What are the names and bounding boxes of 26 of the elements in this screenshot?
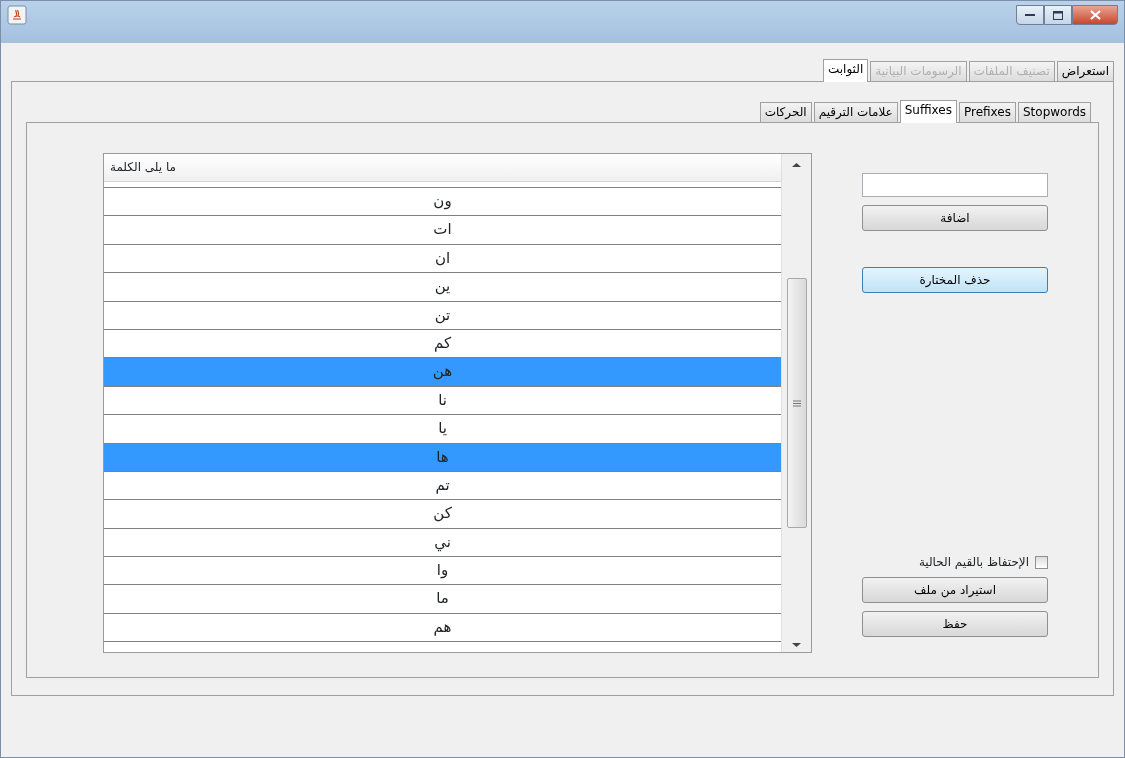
button[interactable]: اضافة [862,205,1048,231]
text-field[interactable] [862,173,1048,197]
minimize-icon [1025,13,1035,17]
scroll-down-icon[interactable] [792,642,801,648]
tab[interactable]: Suffixes [899,100,957,123]
table-row[interactable]: ها [104,443,781,472]
scroll-up-icon[interactable] [792,162,801,168]
tab[interactable]: علامات الترقيم [813,102,898,122]
tab[interactable]: Stopwords [1017,102,1091,122]
button[interactable]: حفظ [862,611,1048,637]
maximize-button[interactable] [1044,5,1072,25]
minimize-button[interactable] [1016,5,1044,25]
checkbox-label: الإحتفاظ بالقيم الحالية [918,554,1029,571]
close-icon [1089,10,1101,20]
app-icon [7,5,27,25]
tab[interactable]: الثوابت [822,59,869,82]
tab[interactable]: استعراض [1056,61,1114,81]
checkbox[interactable] [1035,555,1048,569]
scrollbar-thumb[interactable] [786,278,807,528]
table-row[interactable]: هن [104,358,781,387]
button[interactable]: حذف المختارة [862,267,1048,293]
close-button[interactable] [1072,5,1118,25]
tab[interactable]: Prefixes [958,102,1016,122]
maximize-icon [1053,10,1063,20]
tab[interactable]: الحركات [759,102,812,122]
button[interactable]: استيراد من ملف [862,577,1048,603]
